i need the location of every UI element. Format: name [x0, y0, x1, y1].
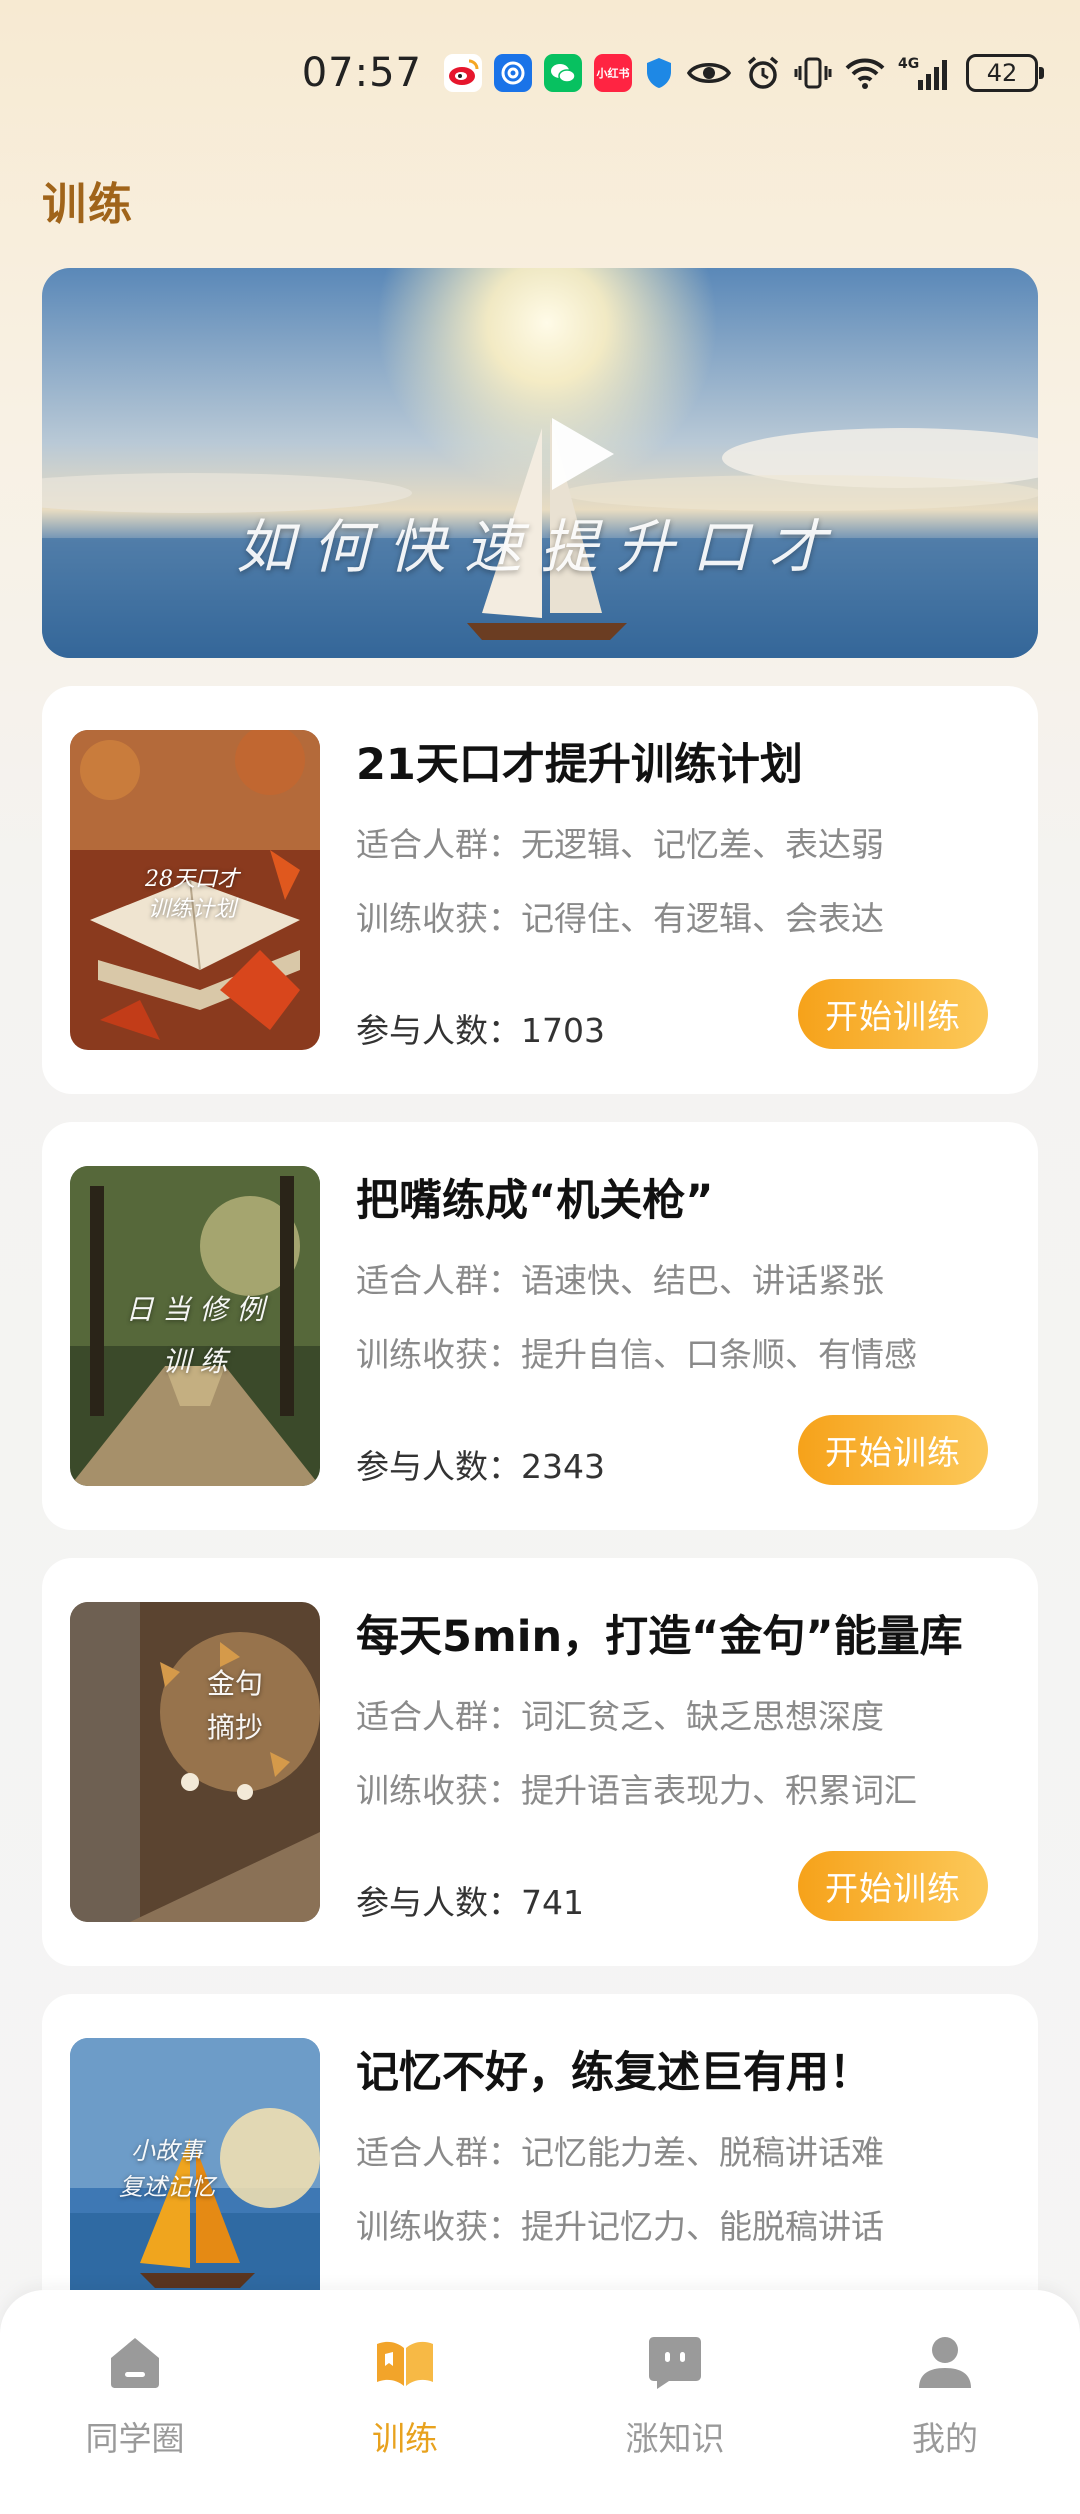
course-audience: 适合人群：语速快、结巴、讲话紧张: [356, 1261, 884, 1300]
home-icon: [111, 2338, 159, 2388]
browser-icon: [494, 54, 532, 92]
nav-item-knowledge[interactable]: 涨知识: [575, 2330, 775, 2460]
vibrate-icon: [794, 54, 832, 92]
course-title: 21天口才提升训练计划: [356, 740, 803, 790]
participant-count: 参与人数：741: [356, 1876, 584, 1924]
book-icon: [377, 2341, 433, 2386]
course-thumbnail-text: 金句 摘抄: [206, 1667, 263, 1744]
participant-label: 参与人数：: [356, 1883, 521, 1922]
nav-item-profile[interactable]: 我的: [845, 2330, 1045, 2460]
play-icon[interactable]: [552, 418, 614, 490]
course-thumbnail-text: 日 当 修 例 训 练: [125, 1293, 265, 1378]
nav-label: 训练: [372, 2419, 438, 2458]
course-audience: 适合人群：词汇贫乏、缺乏思想深度: [356, 1697, 884, 1736]
course-gains: 训练收获：提升自信、口条顺、有情感: [356, 1335, 917, 1374]
participant-label: 参与人数：: [356, 1011, 521, 1050]
chat-icon: [649, 2337, 701, 2389]
page-title: 训练: [42, 179, 134, 230]
nav-label: 涨知识: [625, 2419, 725, 2458]
course-thumbnail-text: 28天口才 训练计划: [145, 867, 239, 922]
course-gains: 训练收获：记得住、有逻辑、会表达: [356, 899, 884, 938]
banner-image: [42, 268, 1038, 658]
banner-caption: 如何快速提升口才: [235, 513, 844, 581]
course-audience: 适合人群：记忆能力差、脱稿讲话难: [356, 2133, 884, 2172]
participant-value: 741: [521, 1883, 584, 1922]
battery-indicator: 42: [966, 54, 1044, 92]
status-time: 07:57: [301, 50, 422, 96]
alarm-icon: [744, 54, 782, 92]
nav-label: 同学圈: [85, 2419, 185, 2458]
course-gains: 训练收获：提升记忆力、能脱稿讲话: [356, 2207, 884, 2246]
course-thumbnail: 日 当 修 例 训 练: [70, 1166, 320, 1486]
start-training-button[interactable]: 开始训练: [798, 1851, 988, 1921]
participant-label: 参与人数：: [356, 1447, 521, 1486]
bottom-nav: 同学圈 训练 涨知识 我的: [0, 2290, 1080, 2514]
weibo-icon: [444, 54, 482, 92]
shield-icon: [644, 56, 674, 90]
nav-item-training[interactable]: 训练: [305, 2330, 505, 2460]
start-training-button[interactable]: 开始训练: [798, 1415, 988, 1485]
course-audience: 适合人群：无逻辑、记忆差、表达弱: [356, 825, 884, 864]
participant-count: 参与人数：2343: [356, 1440, 605, 1488]
course-card[interactable]: 金句 摘抄 每天5min，打造“金句”能量库 适合人群：词汇贫乏、缺乏思想深度 …: [42, 1558, 1038, 1966]
course-title: 把嘴练成“机关枪”: [356, 1176, 714, 1226]
signal-icon: 4G: [898, 54, 948, 92]
course-gains: 训练收获：提升语言表现力、积累词汇: [356, 1771, 917, 1810]
participant-value: 1703: [521, 1011, 605, 1050]
profile-icon: [919, 2337, 971, 2388]
nav-label: 我的: [912, 2419, 978, 2458]
status-bar: 07:57 小红书 4G 42: [0, 0, 1080, 150]
course-thumbnail: 金句 摘抄: [70, 1602, 320, 1922]
course-title: 每天5min，打造“金句”能量库: [356, 1612, 963, 1662]
eye-icon: [686, 58, 732, 88]
svg-text:4G: 4G: [898, 56, 919, 72]
participant-value: 2343: [521, 1447, 605, 1486]
course-thumbnail: 28天口才 训练计划: [70, 730, 320, 1050]
participant-count: 参与人数：1703: [356, 1004, 605, 1052]
course-thumbnail-text: 小故事 复述记忆: [119, 2137, 215, 2201]
banner-video[interactable]: 如何快速提升口才: [42, 268, 1038, 658]
start-training-button[interactable]: 开始训练: [798, 979, 988, 1049]
nav-item-circle[interactable]: 同学圈: [35, 2330, 235, 2460]
wifi-icon: [844, 56, 886, 90]
wechat-icon: [544, 54, 582, 92]
course-card[interactable]: 日 当 修 例 训 练 把嘴练成“机关枪” 适合人群：语速快、结巴、讲话紧张 训…: [42, 1122, 1038, 1530]
xiaohongshu-icon: 小红书: [594, 54, 632, 92]
course-card[interactable]: 28天口才 训练计划 21天口才提升训练计划 适合人群：无逻辑、记忆差、表达弱 …: [42, 686, 1038, 1094]
course-title: 记忆不好，练复述巨有用！: [356, 2048, 872, 2098]
